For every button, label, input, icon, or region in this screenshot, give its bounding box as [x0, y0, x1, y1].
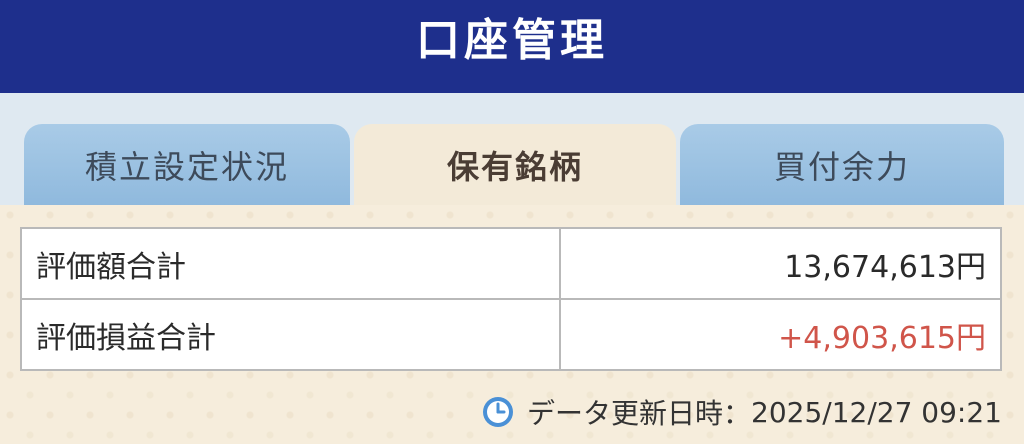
updated-datetime: 2025/12/27 09:21	[751, 395, 1002, 429]
total-gain-label: 評価損益合計	[20, 298, 561, 371]
updated-label: データ更新日時：	[527, 397, 752, 430]
app-header: 口座管理	[0, 0, 1024, 93]
table-row: 評価損益合計 +4,903,615円	[20, 298, 1002, 371]
tab-holdings[interactable]: 保有銘柄	[354, 124, 676, 206]
page-title: 口座管理	[416, 14, 608, 66]
tab-label: 買付余力	[773, 148, 910, 186]
tab-savings-settings[interactable]: 積立設定状況	[24, 124, 350, 206]
tab-buying-power[interactable]: 買付余力	[680, 124, 1004, 206]
summary-table: 評価額合計 13,674,613円 評価損益合計 +4,903,615円	[20, 227, 1002, 371]
total-valuation-value: 13,674,613円	[559, 227, 1002, 300]
clock-icon	[483, 397, 513, 427]
table-row: 評価額合計 13,674,613円	[20, 227, 1002, 300]
tab-label: 保有銘柄	[446, 148, 583, 186]
tab-label: 積立設定状況	[84, 148, 289, 186]
data-updated: データ更新日時： 2025/12/27 09:21	[481, 392, 1002, 432]
total-gain-value: +4,903,615円	[559, 298, 1002, 371]
total-valuation-label: 評価額合計	[20, 227, 561, 300]
